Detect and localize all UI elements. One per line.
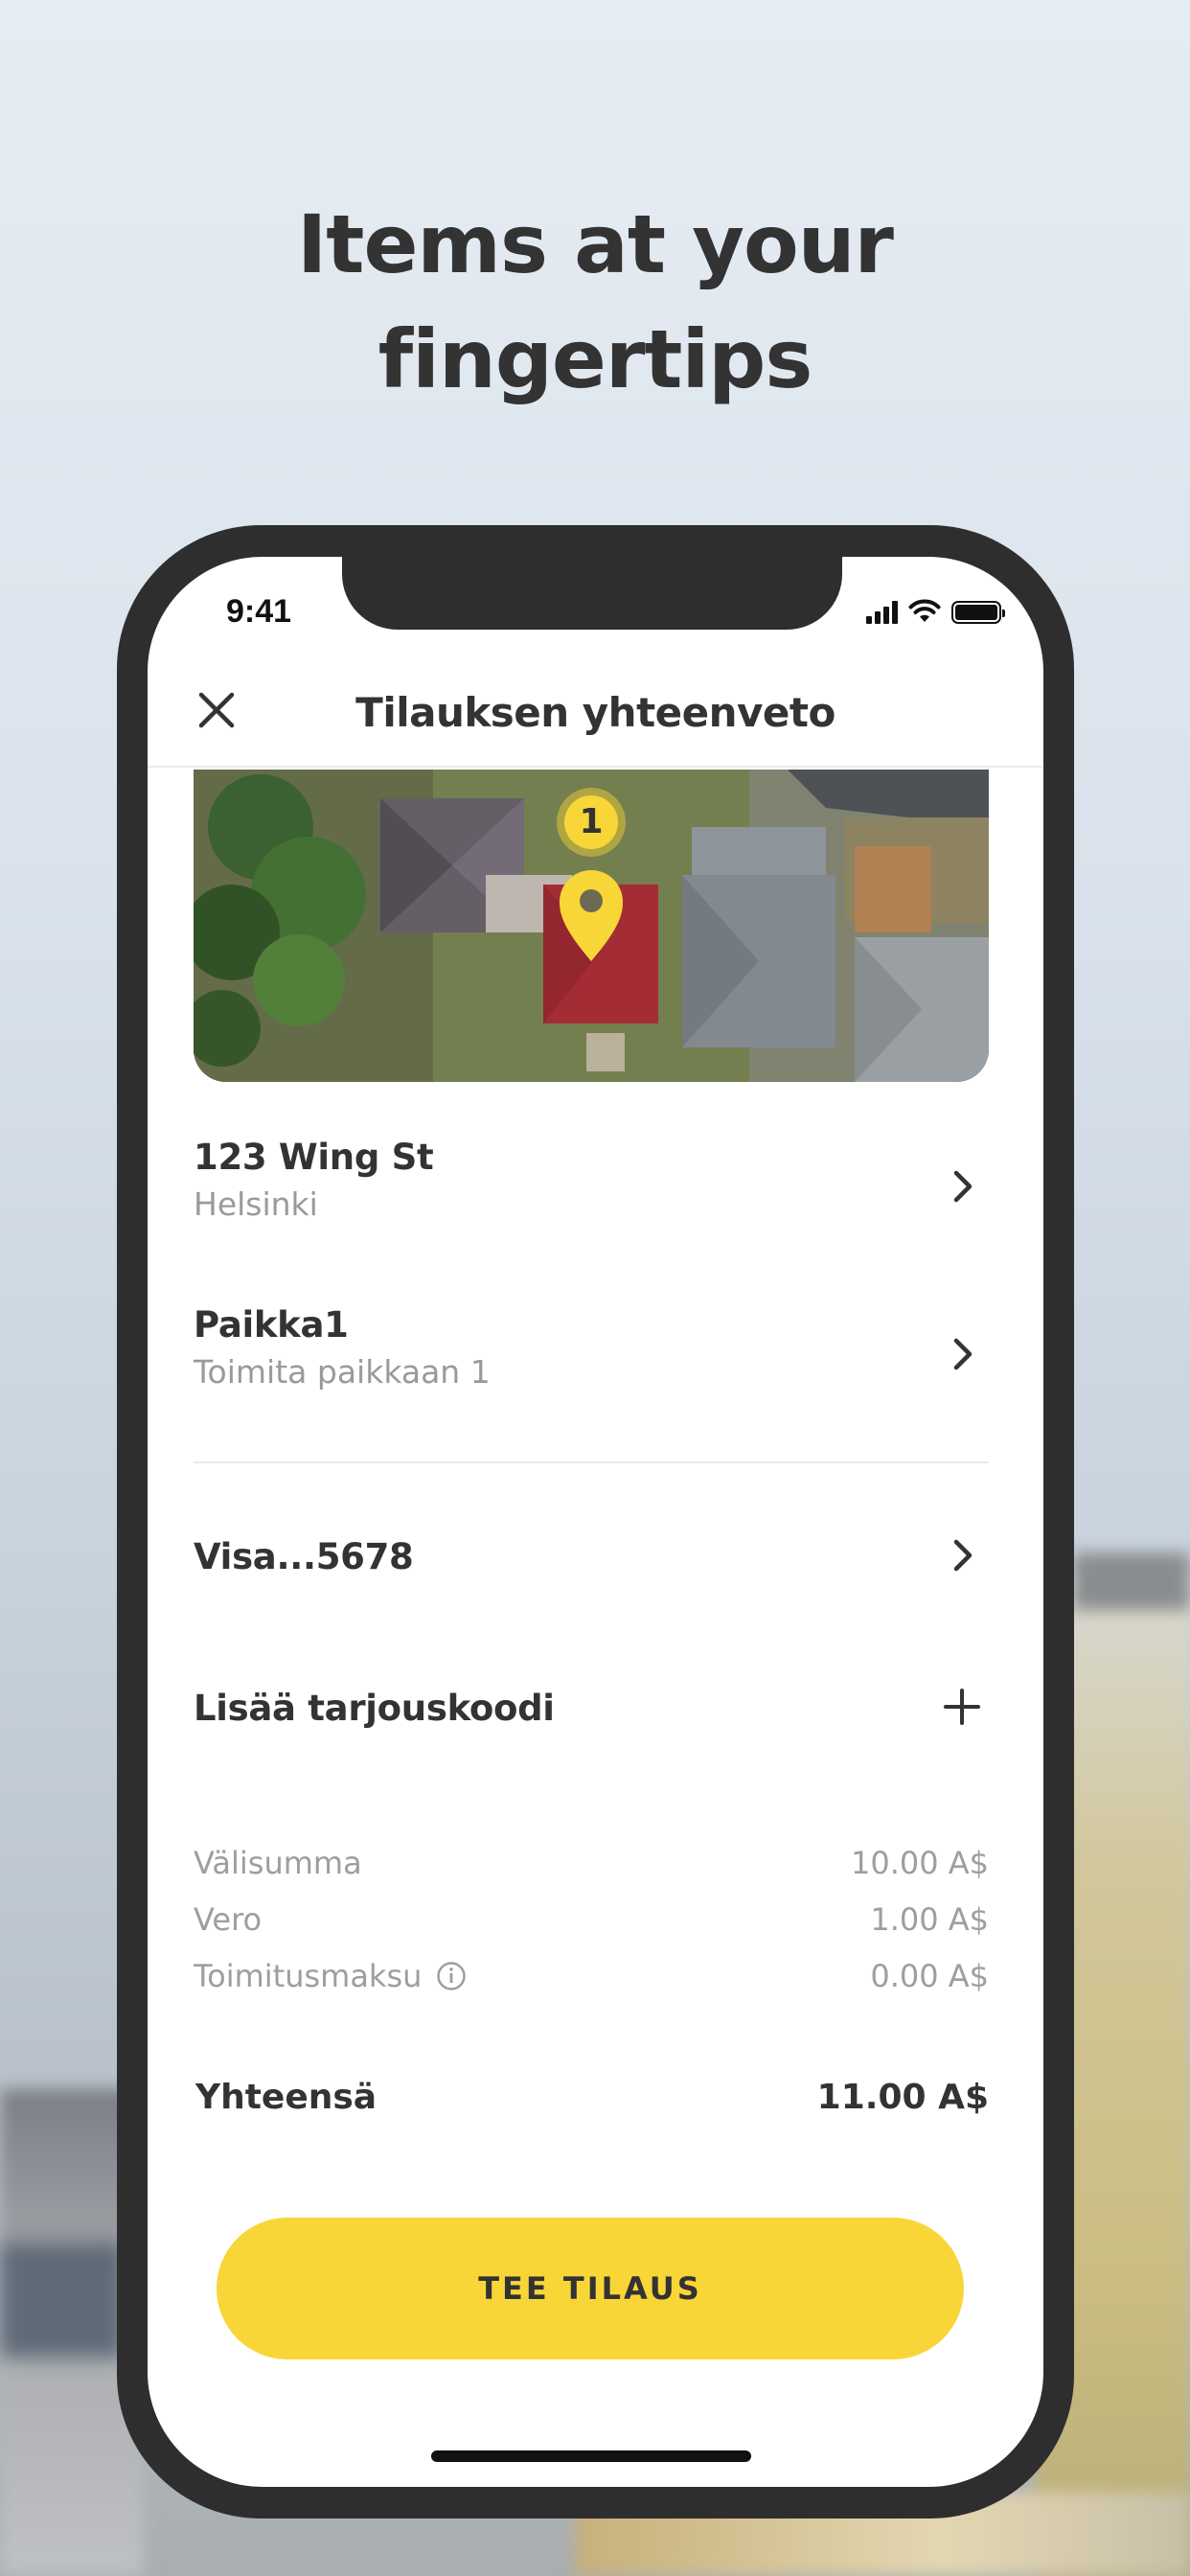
phone-notch xyxy=(342,557,842,630)
status-icons xyxy=(866,595,1005,624)
payment-method-label: Visa...5678 xyxy=(194,1536,414,1577)
subtotal-line: Välisumma 10.00 A$ xyxy=(194,1845,989,1881)
wifi-icon xyxy=(908,599,941,622)
status-time: 9:41 xyxy=(226,593,292,630)
marketing-headline: Items at your fingertips xyxy=(0,187,1190,417)
delivery-map[interactable]: 1 xyxy=(194,770,989,1082)
subtotal-label: Välisumma xyxy=(194,1845,362,1881)
info-icon[interactable] xyxy=(436,1961,467,1991)
delivery-fee-line: Toimitusmaksu 0.00 A$ xyxy=(194,1958,989,1994)
background-window xyxy=(0,2242,125,2358)
total-line: Yhteensä 11.00 A$ xyxy=(195,2078,989,2117)
phone-frame: 9:41 Tilauksen yhteenveto 1 123 Wing St … xyxy=(117,525,1074,2518)
headline-line-2: fingertips xyxy=(378,312,813,406)
total-label: Yhteensä xyxy=(195,2078,378,2117)
divider xyxy=(194,1461,989,1463)
promo-code-label: Lisää tarjouskoodi xyxy=(194,1688,555,1729)
place-order-button[interactable]: TEE TILAUS xyxy=(217,2218,964,2359)
delivery-fee-label-group: Toimitusmaksu xyxy=(194,1958,467,1994)
home-indicator xyxy=(431,2450,751,2462)
location-subtitle: Toimita paikkaan 1 xyxy=(194,1353,491,1391)
total-value: 11.00 A$ xyxy=(816,2078,989,2117)
delivery-fee-label: Toimitusmaksu xyxy=(194,1958,423,1994)
phone-screen: 9:41 Tilauksen yhteenveto 1 123 Wing St … xyxy=(148,557,1043,2487)
tax-line: Vero 1.00 A$ xyxy=(194,1901,989,1938)
address-row[interactable]: 123 Wing St Helsinki xyxy=(194,1137,989,1223)
chevron-right-icon xyxy=(953,1170,973,1203)
cellular-signal-icon xyxy=(866,601,898,624)
plus-icon xyxy=(944,1689,980,1725)
tax-value: 1.00 A$ xyxy=(870,1901,989,1938)
address-city: Helsinki xyxy=(194,1185,318,1223)
delivery-fee-value: 0.00 A$ xyxy=(870,1958,989,1994)
subtotal-value: 10.00 A$ xyxy=(850,1845,989,1881)
address-title: 123 Wing St xyxy=(194,1137,434,1178)
background-roof xyxy=(1073,1552,1190,1610)
promo-code-row[interactable]: Lisää tarjouskoodi xyxy=(194,1688,989,1729)
payment-method-row[interactable]: Visa...5678 xyxy=(194,1536,989,1577)
headline-line-1: Items at your xyxy=(297,197,894,291)
map-marker-number: 1 xyxy=(579,802,604,841)
nav-bar: Tilauksen yhteenveto xyxy=(148,653,1043,768)
chevron-right-icon xyxy=(953,1338,973,1370)
location-title: Paikka1 xyxy=(194,1304,349,1346)
delivery-location-row[interactable]: Paikka1 Toimita paikkaan 1 xyxy=(194,1304,989,1391)
page-title: Tilauksen yhteenveto xyxy=(355,689,835,736)
tax-label: Vero xyxy=(194,1901,263,1938)
chevron-right-icon xyxy=(953,1539,973,1572)
battery-icon xyxy=(951,601,1005,624)
